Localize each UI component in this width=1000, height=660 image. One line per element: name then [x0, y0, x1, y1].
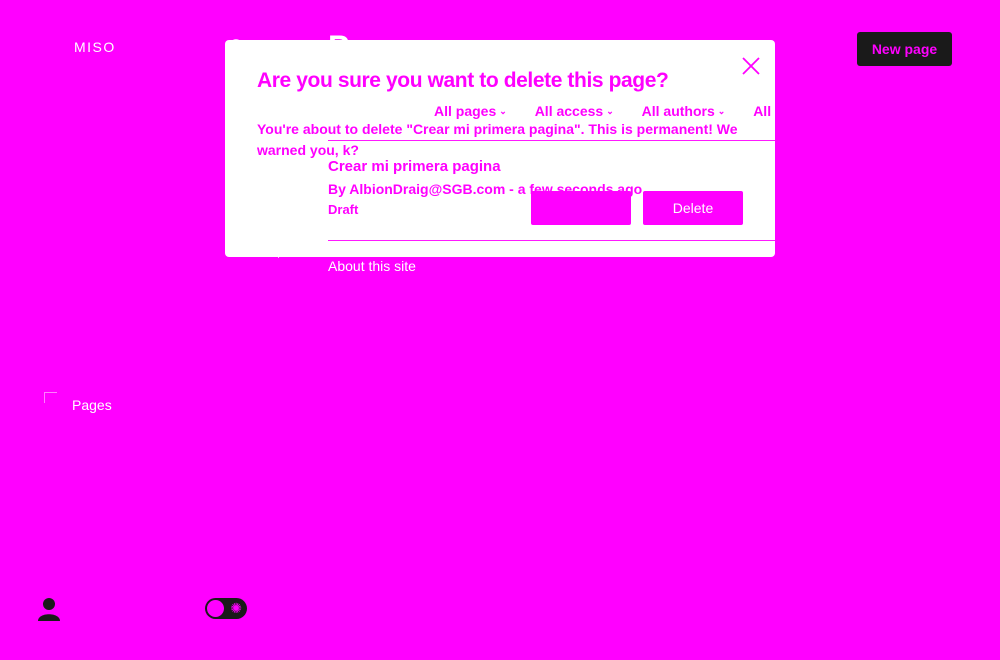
chevron-down-icon: ⌄	[499, 106, 507, 116]
filter-all-access[interactable]: All access ⌄	[535, 103, 614, 119]
sidebar-item-pages[interactable]: Pages	[72, 397, 112, 413]
dialog-page-name: "Crear mi primera pagina"	[406, 121, 581, 137]
delete-confirm-dialog: Are you sure you want to delete this pag…	[225, 40, 775, 257]
list-divider	[328, 240, 775, 241]
list-item-meta: By AlbionDraig@SGB.com - a few seconds a…	[328, 181, 643, 197]
status-badge: Draft	[328, 202, 359, 217]
filter-label: All access	[534, 103, 604, 119]
new-page-button[interactable]: New page	[857, 32, 952, 66]
filter-label: All pages	[434, 103, 497, 119]
list-item-title[interactable]: Crear mi primera pagina	[328, 158, 501, 175]
toggle-knob	[207, 600, 224, 617]
filter-all-pages[interactable]: All pages ⌄	[434, 103, 507, 119]
filter-more[interactable]: All	[753, 103, 771, 119]
close-icon[interactable]	[740, 55, 762, 77]
filter-all-authors[interactable]: All authors ⌄	[642, 103, 726, 119]
app-root: MISO Pages ✺ Pages New page Are you sure…	[0, 0, 1000, 660]
filter-bar: All pages ⌄ All access ⌄ All authors ⌄ All	[434, 103, 775, 121]
user-icon[interactable]	[37, 595, 61, 623]
dialog-message-prefix: You're about to delete	[257, 121, 407, 137]
delete-button[interactable]: Delete	[643, 191, 743, 225]
chevron-down-icon: ⌄	[717, 106, 726, 116]
brand-logo[interactable]: MISO	[74, 39, 116, 55]
pages-icon	[44, 392, 57, 403]
theme-toggle[interactable]: ✺	[205, 598, 247, 619]
dialog-title: Are you sure you want to delete this pag…	[257, 69, 669, 92]
about-site-link[interactable]: About this site	[328, 258, 416, 274]
sun-icon: ✺	[230, 600, 242, 616]
list-divider	[328, 140, 775, 141]
filter-label: All	[753, 103, 772, 119]
filter-label: All authors	[641, 103, 715, 119]
chevron-down-icon: ⌄	[606, 106, 614, 116]
